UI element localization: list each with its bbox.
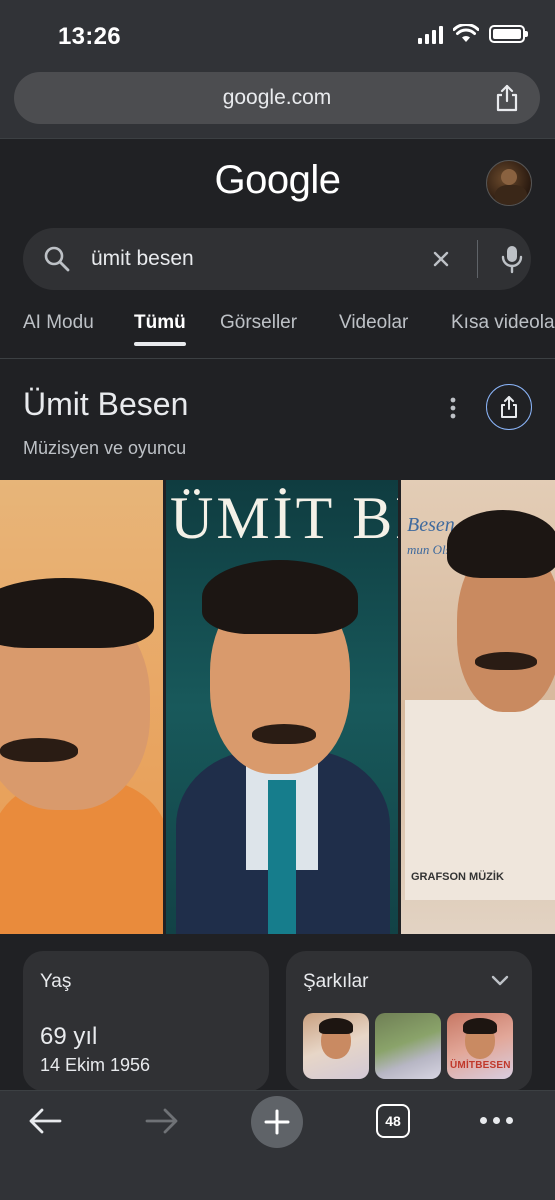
wifi-icon [453,24,479,42]
thumbnail-text: ÜMİTBESEN [450,1060,511,1071]
tab-switcher-button[interactable]: 48 [376,1104,410,1138]
cellular-signal-icon [418,24,443,44]
browser-toolbar: 48 [0,1090,555,1200]
account-avatar[interactable] [486,160,532,206]
image-footer: GRAFSON MÜZİK [411,871,504,883]
entity-image[interactable] [0,480,163,934]
tab-all[interactable]: Tümü [134,312,186,334]
google-logo[interactable]: Google [0,158,555,203]
divider [0,358,555,359]
clear-icon[interactable] [429,247,453,271]
active-tab-indicator [134,342,186,346]
chevron-down-icon[interactable] [490,973,510,987]
song-thumbnail[interactable]: ÜMİTBESEN [447,1013,513,1079]
search-input[interactable]: ümit besen [91,247,194,271]
age-value: 69 yıl [40,1023,98,1050]
entity-image[interactable]: ÜMİT BESEN [166,480,398,934]
song-thumbnail[interactable] [303,1013,369,1079]
age-card[interactable]: Yaş 69 yıl 14 Ekim 1956 [23,951,269,1091]
entity-image[interactable]: Besen mun Olsun GRAFSON MÜZİK [401,480,555,934]
divider [0,138,555,139]
new-tab-button[interactable] [251,1096,303,1148]
tab-images[interactable]: Görseller [220,312,297,334]
battery-icon [489,25,528,43]
search-icon [44,246,70,272]
songs-card[interactable]: Şarkılar ÜMİTBESEN [286,951,532,1091]
more-options-icon[interactable] [444,394,462,422]
status-time: 13:26 [58,23,121,50]
back-arrow-icon[interactable] [27,1106,63,1136]
microphone-icon[interactable] [499,244,525,274]
url-text: google.com [222,86,332,109]
forward-arrow-icon[interactable] [144,1106,180,1136]
search-tabs: AI Modu Tümü Görseller Videolar Kısa vid… [0,308,555,348]
image-banner-text: ÜMİT BESEN [170,485,398,551]
plus-icon [264,1109,290,1135]
status-icons [418,24,528,44]
tab-short-videos[interactable]: Kısa videolar [451,312,555,334]
more-menu-icon[interactable] [480,1117,513,1124]
entity-title: Ümit Besen [23,386,189,422]
share-icon [501,396,517,418]
address-bar[interactable]: google.com [14,72,540,124]
share-icon[interactable] [494,84,520,112]
song-thumbnail[interactable] [375,1013,441,1079]
songs-label: Şarkılar [303,971,369,992]
search-box[interactable]: ümit besen [23,228,531,290]
entity-subtitle: Müzisyen ve oyuncu [23,438,187,458]
browser-top-chrome: 13:26 google.com [0,0,555,138]
search-divider [477,240,478,278]
birth-date: 14 Ekim 1956 [40,1055,151,1075]
tab-ai-mode[interactable]: AI Modu [23,312,94,334]
share-button[interactable] [486,384,532,430]
tab-videos[interactable]: Videolar [339,312,408,334]
age-label: Yaş [40,971,72,992]
